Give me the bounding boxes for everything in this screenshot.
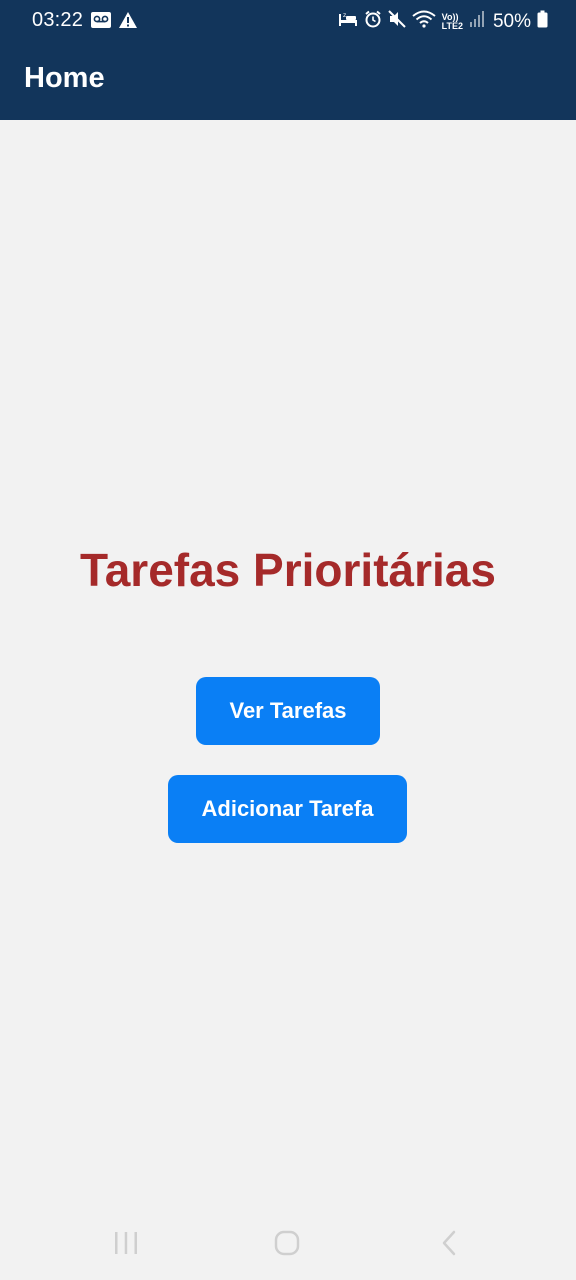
mute-icon — [387, 10, 406, 33]
svg-text:z: z — [343, 12, 346, 19]
status-left-icons — [90, 11, 138, 34]
signal-icon — [469, 10, 485, 33]
status-bar: 03:22 z Vo)) LTE2 50% — [0, 0, 576, 42]
app-title: Home — [24, 62, 105, 94]
status-time: 03:22 — [32, 9, 84, 31]
back-icon — [438, 1229, 462, 1262]
volte-icon: Vo)) LTE2 — [441, 12, 463, 31]
voicemail-icon — [90, 11, 112, 34]
add-task-label: Adicionar Tarefa — [201, 796, 374, 821]
navigation-bar — [0, 1205, 576, 1280]
view-tasks-label: Ver Tarefas — [229, 698, 347, 723]
recents-button[interactable] — [102, 1225, 150, 1265]
battery-percent: 50% — [492, 10, 531, 32]
add-task-button[interactable]: Adicionar Tarefa — [168, 775, 407, 843]
recents-icon — [112, 1230, 140, 1261]
app-bar: Home — [0, 42, 576, 120]
warning-icon — [118, 11, 138, 34]
bed-icon: z — [338, 11, 358, 32]
view-tasks-button[interactable]: Ver Tarefas — [196, 677, 380, 745]
volte-bottom: LTE2 — [441, 20, 463, 31]
battery-icon — [537, 10, 548, 33]
status-right-icons: z Vo)) LTE2 50% — [338, 10, 548, 33]
alarm-icon — [364, 10, 382, 33]
back-button[interactable] — [426, 1225, 474, 1265]
page-title: Tarefas Prioritárias — [80, 544, 496, 596]
home-button[interactable] — [263, 1225, 311, 1265]
home-icon — [273, 1229, 301, 1262]
wifi-icon — [411, 10, 436, 33]
